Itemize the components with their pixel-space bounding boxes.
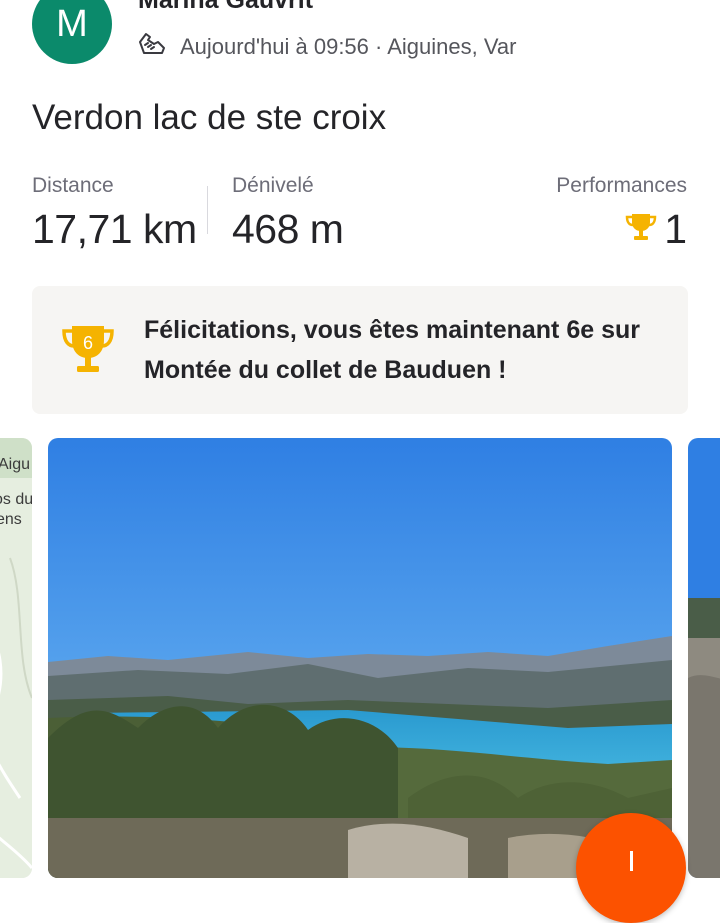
map-label: Aigu [0, 456, 31, 473]
distance-stat: Distance 17,71 km [32, 174, 197, 253]
performances-stat[interactable]: Performances 1 [556, 174, 687, 253]
elevation-value: 468 m [232, 206, 344, 252]
next-photo-thumbnail[interactable] [688, 438, 720, 878]
elevation-label: Dénivelé [232, 174, 314, 197]
achievement-card[interactable]: 6 Félicitations, vous êtes maintenant 6e… [32, 286, 688, 414]
distance-label: Distance [32, 174, 114, 197]
trophy-icon [624, 210, 658, 249]
record-fab[interactable] [576, 813, 686, 923]
lake-landscape-photo [48, 438, 672, 878]
trophy-icon: 6 [60, 322, 116, 378]
media-carousel[interactable]: Aigu os du ens [0, 438, 720, 878]
distance-value: 17,71 km [32, 206, 197, 252]
next-photo-image [688, 438, 720, 878]
map-label: ens [0, 511, 22, 528]
performances-value: 1 [664, 206, 687, 252]
trophy-rank: 6 [83, 333, 93, 353]
plus-icon [630, 851, 633, 871]
stat-divider [207, 186, 208, 234]
map-label: os du [0, 491, 32, 508]
activity-meta-text: Aujourd'hui à 09:56 · Aiguines, Var [180, 34, 517, 59]
achievement-message: Félicitations, vous êtes maintenant 6e s… [144, 316, 640, 384]
shoe-icon [136, 28, 168, 66]
activity-title[interactable]: Verdon lac de ste croix [32, 98, 386, 138]
avatar[interactable]: M [32, 0, 112, 64]
map-thumbnail[interactable]: Aigu os du ens [0, 438, 32, 878]
activity-meta: Aujourd'hui à 09:56 · Aiguines, Var [136, 30, 516, 64]
elevation-stat: Dénivelé 468 m [232, 174, 344, 253]
activity-photo[interactable] [48, 438, 672, 878]
athlete-name[interactable]: Marina Gauvrit [138, 0, 313, 15]
performances-label: Performances [556, 174, 687, 197]
avatar-initial: M [56, 2, 88, 45]
